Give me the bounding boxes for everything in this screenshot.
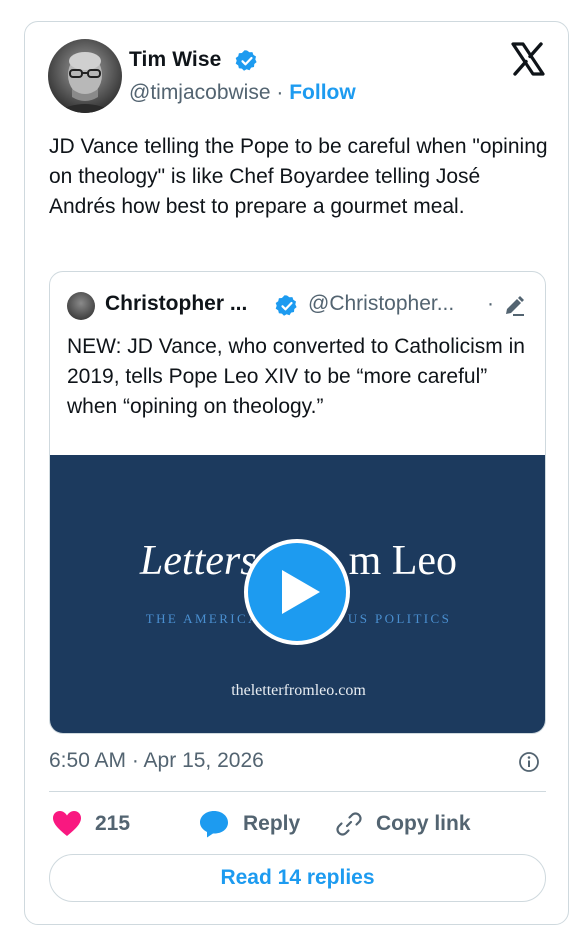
author-avatar[interactable] (48, 39, 122, 113)
play-icon (282, 570, 320, 614)
quoted-separator-dot: · (487, 292, 494, 315)
heart-icon (53, 811, 81, 836)
tweet-text: JD Vance telling the Pope to be careful … (49, 135, 548, 218)
read-replies-button[interactable]: Read 14 replies (49, 854, 546, 902)
link-icon (336, 812, 362, 836)
author-handle[interactable]: @timjacobwise (129, 81, 271, 104)
media-site-url: theletterfromleo.com (231, 682, 366, 699)
action-bar: 215 Reply Copy link (49, 806, 546, 842)
tweet-timestamp[interactable]: 6:50 AM · Apr 15, 2026 (49, 749, 264, 773)
verified-badge-icon (235, 50, 257, 71)
reply-label: Reply (243, 812, 301, 835)
separator-dot: · (276, 81, 284, 104)
info-icon[interactable] (518, 751, 540, 773)
quoted-verified-badge-icon (275, 295, 297, 316)
copy-link-button[interactable]: Copy link (336, 806, 471, 842)
reply-button[interactable]: Reply (199, 806, 300, 842)
quoted-tweet-text: NEW: JD Vance, who converted to Catholic… (67, 335, 525, 418)
reply-bubble-icon (200, 811, 228, 838)
video-thumbnail[interactable]: Letters m Leo THE AMERICA US POLITICS thel… (50, 455, 545, 733)
like-count: 215 (95, 812, 131, 835)
x-logo-icon[interactable] (511, 42, 545, 76)
follow-button[interactable]: Follow (289, 81, 356, 104)
edited-pencil-icon (506, 296, 524, 316)
author-handle-line: @timjacobwise · Follow (129, 81, 356, 105)
divider (49, 791, 546, 792)
like-button[interactable]: 215 (53, 806, 130, 842)
quoted-author-handle: @Christopher... (308, 292, 455, 315)
author-name[interactable]: Tim Wise (129, 48, 221, 72)
tweet-card: Tim Wise @timjacobwise · Follow JD Vance… (24, 21, 569, 925)
quoted-tweet[interactable]: Christopher ... @Christopher... · NEW: J… (49, 271, 546, 734)
quoted-author-avatar[interactable] (67, 292, 95, 320)
play-button[interactable] (244, 539, 350, 645)
quoted-author-name: Christopher ... (105, 292, 248, 315)
copy-link-label: Copy link (376, 812, 471, 835)
